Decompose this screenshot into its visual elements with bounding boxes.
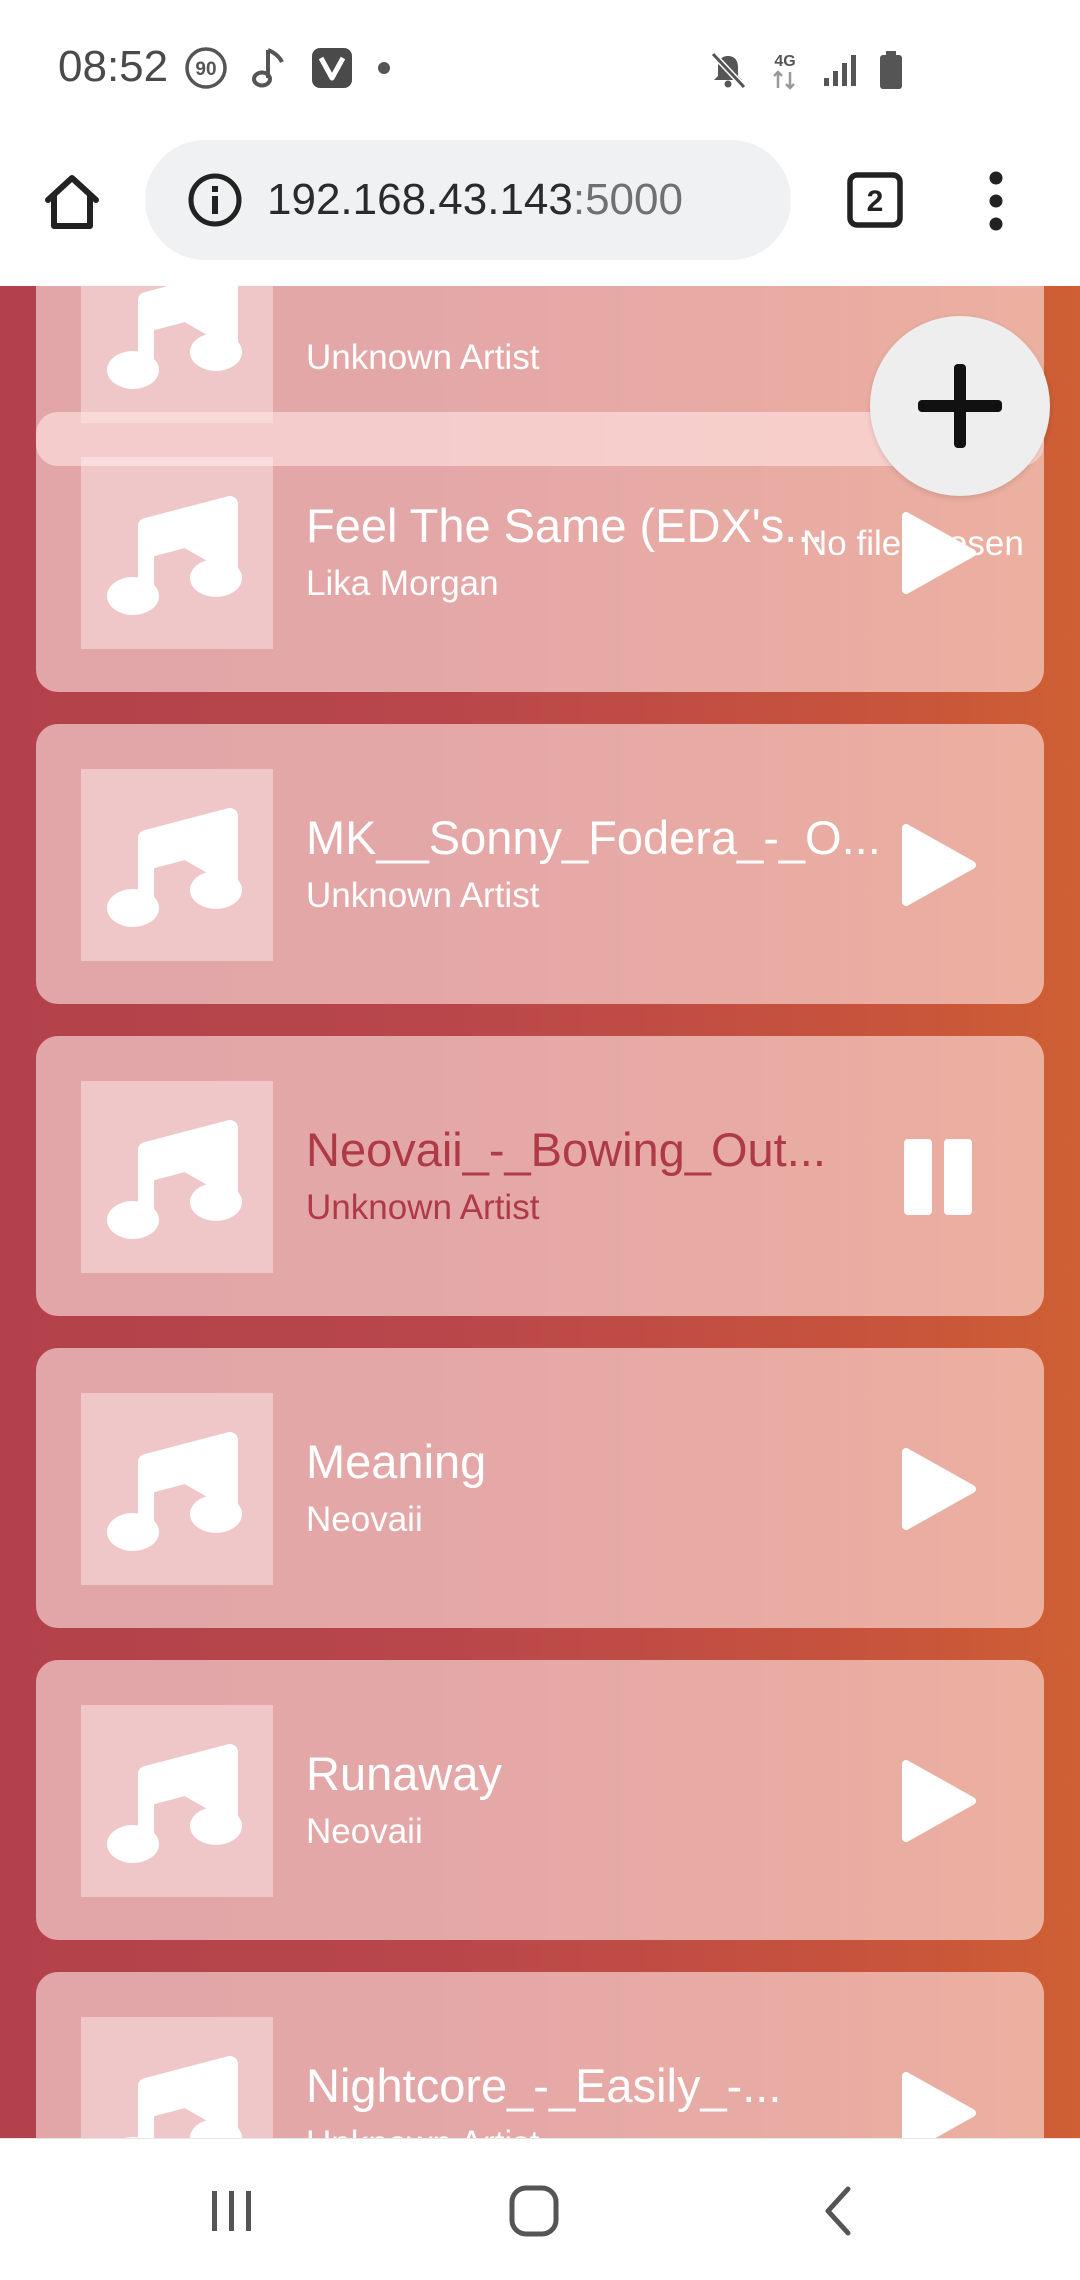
status-time: 08:52 bbox=[58, 42, 169, 91]
song-artist: Lika Morgan bbox=[306, 564, 499, 603]
recent-apps-button[interactable] bbox=[206, 2185, 258, 2237]
tabs-icon: 2 bbox=[847, 172, 903, 228]
more-menu-button[interactable] bbox=[972, 166, 1020, 236]
address-bar[interactable]: 192.168.43.143:5000 bbox=[145, 140, 791, 260]
song-artist: Neovaii bbox=[306, 1812, 423, 1851]
status-icons-right: 4G bbox=[708, 48, 904, 92]
play-icon bbox=[902, 1760, 976, 1842]
song-title: Nightcore_-_Easily_-... bbox=[306, 2059, 782, 2112]
system-nav-bar bbox=[0, 2138, 1080, 2280]
home-button[interactable] bbox=[40, 170, 104, 234]
play-icon bbox=[902, 2072, 976, 2138]
add-file-button[interactable] bbox=[870, 316, 1050, 496]
data-saver-90-icon: 90 bbox=[182, 44, 230, 92]
pause-icon bbox=[904, 1139, 972, 1215]
song-title: Meaning bbox=[306, 1435, 487, 1488]
play-icon bbox=[902, 1448, 976, 1530]
song-artist: Unknown Artist bbox=[306, 338, 540, 377]
music-note-icon bbox=[107, 286, 242, 389]
song-card[interactable]: Meaning Neovaii bbox=[36, 1348, 1044, 1628]
album-art bbox=[81, 1393, 273, 1585]
signal-icon bbox=[822, 52, 858, 88]
music-note-icon bbox=[124, 2056, 242, 2138]
dot-icon bbox=[376, 60, 392, 76]
song-title: MK__Sonny_Fodera_-_O... bbox=[306, 811, 881, 864]
play-button[interactable] bbox=[898, 820, 978, 910]
pause-button[interactable] bbox=[898, 1132, 978, 1222]
url-port: :5000 bbox=[572, 175, 683, 224]
album-art bbox=[81, 286, 273, 423]
status-bar: 08:52 90 4G bbox=[0, 0, 1080, 140]
url-host: 192.168.43.143 bbox=[267, 175, 573, 224]
recent-apps-icon bbox=[212, 2191, 251, 2231]
file-status-label: No file chosen bbox=[802, 524, 1024, 563]
album-art bbox=[81, 1081, 273, 1273]
song-title: Neovaii_-_Bowing_Out... bbox=[306, 1123, 826, 1176]
info-icon[interactable] bbox=[187, 172, 243, 228]
home-icon bbox=[45, 175, 99, 229]
play-button[interactable] bbox=[898, 1756, 978, 1846]
play-button[interactable] bbox=[898, 2068, 978, 2138]
more-vert-icon bbox=[989, 171, 1003, 231]
music-note-icon bbox=[252, 44, 288, 92]
4g-icon: 4G bbox=[768, 48, 802, 92]
music-note-icon bbox=[107, 1744, 242, 1863]
url-text[interactable]: 192.168.43.143:5000 bbox=[267, 175, 683, 225]
play-icon bbox=[902, 824, 976, 906]
song-artist: Unknown Artist bbox=[306, 876, 540, 915]
song-title: Feel The Same (EDX's... bbox=[306, 499, 824, 552]
music-note-icon bbox=[107, 496, 242, 615]
plus-icon bbox=[918, 364, 1002, 448]
browser-toolbar: 192.168.43.143:5000 2 bbox=[0, 140, 1080, 286]
status-icons-left: 90 bbox=[182, 44, 392, 92]
home-outline-icon bbox=[509, 2185, 559, 2237]
album-art bbox=[81, 2017, 273, 2138]
album-art bbox=[81, 769, 273, 961]
play-button[interactable] bbox=[898, 1444, 978, 1534]
battery-icon bbox=[878, 50, 904, 90]
data-saver-badge-text: 90 bbox=[195, 59, 216, 80]
network-type-text: 4G bbox=[774, 53, 795, 70]
tab-count: 2 bbox=[867, 185, 884, 218]
music-note-icon bbox=[107, 1120, 242, 1239]
song-artist: Unknown Artist bbox=[306, 1188, 540, 1227]
song-title: Runaway bbox=[306, 1747, 502, 1800]
song-card-playing[interactable]: Neovaii_-_Bowing_Out... Unknown Artist bbox=[36, 1036, 1044, 1316]
song-artist: Unknown Artist bbox=[306, 2124, 539, 2138]
system-home-button[interactable] bbox=[508, 2183, 560, 2239]
music-note-icon bbox=[107, 1432, 242, 1551]
song-card[interactable]: Nightcore_-_Easily_-... Unknown Artist bbox=[36, 1972, 1044, 2138]
music-note-icon bbox=[107, 808, 242, 927]
back-button[interactable] bbox=[818, 2183, 858, 2239]
song-artist: Neovaii bbox=[306, 1500, 423, 1539]
album-art bbox=[81, 1705, 273, 1897]
tab-switcher-button[interactable]: 2 bbox=[845, 170, 905, 230]
mute-icon bbox=[708, 50, 748, 90]
album-art bbox=[81, 457, 273, 649]
back-chevron-icon bbox=[825, 2186, 851, 2236]
vivaldi-icon bbox=[310, 46, 354, 90]
song-card[interactable]: Runaway Neovaii bbox=[36, 1660, 1044, 1940]
song-card[interactable]: MK__Sonny_Fodera_-_O... Unknown Artist bbox=[36, 724, 1044, 1004]
